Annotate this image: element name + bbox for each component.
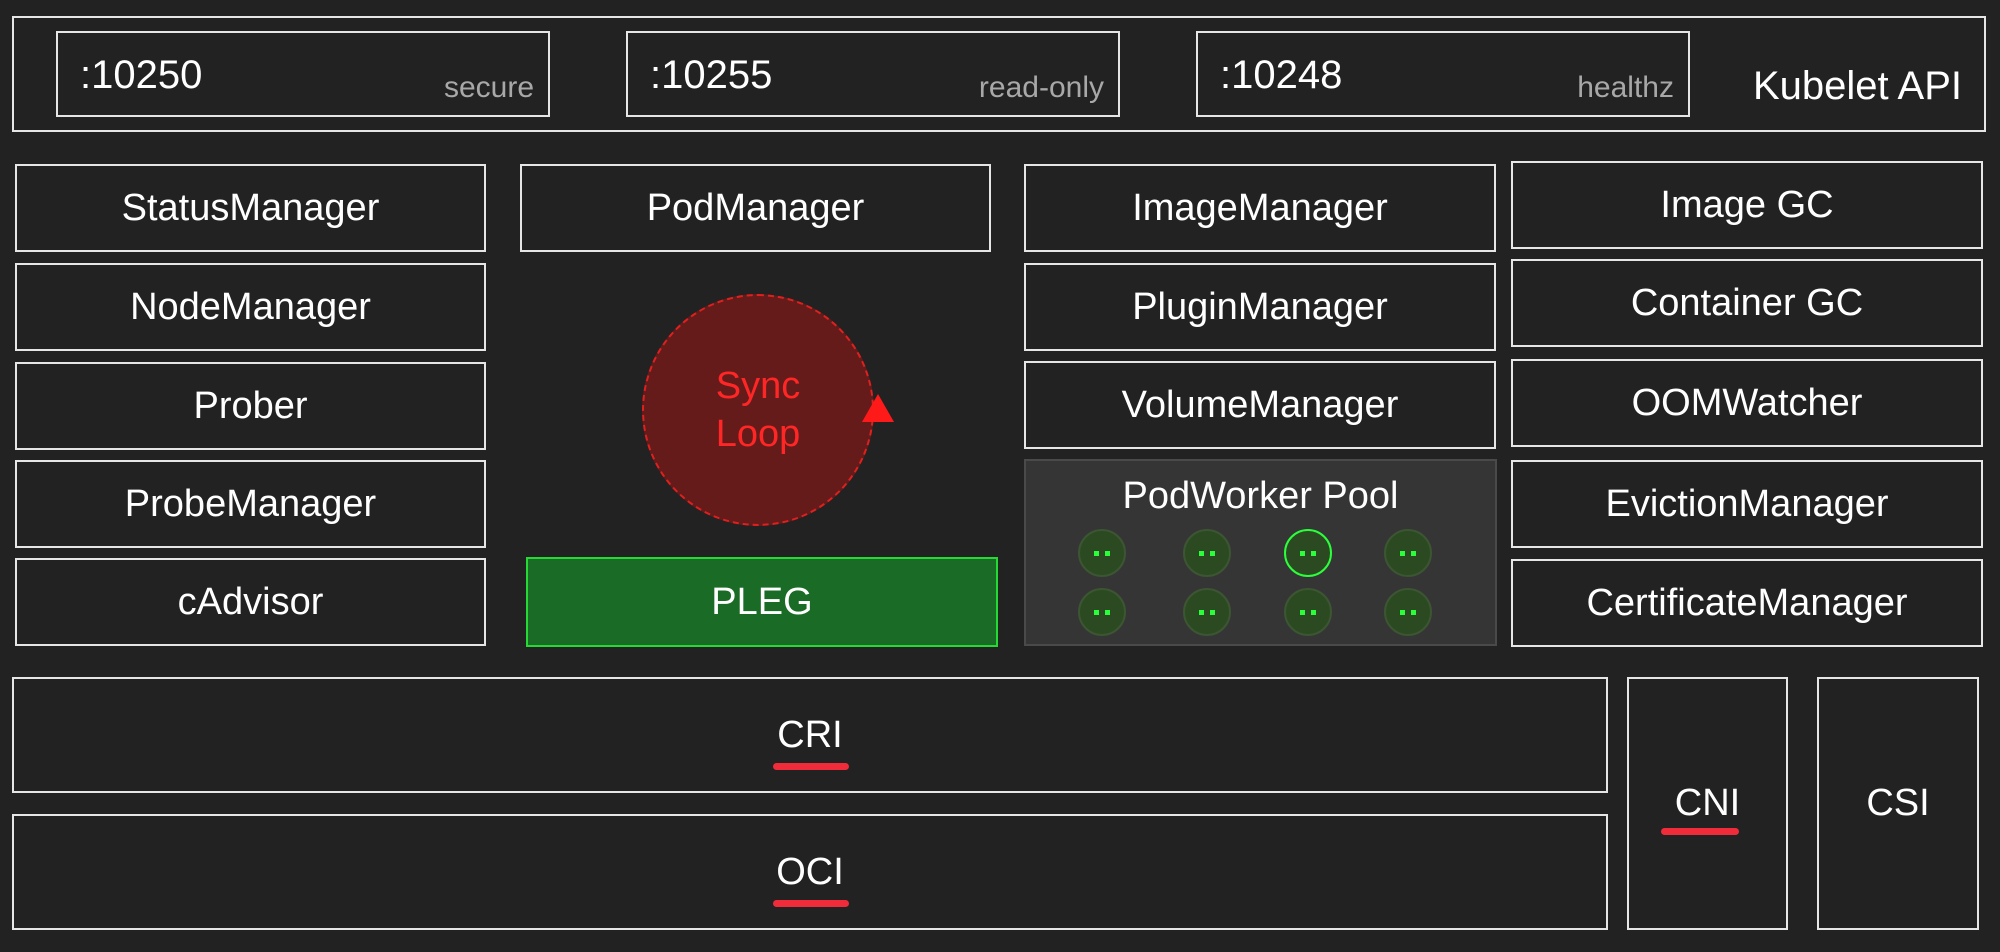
pod-worker[interactable]: [1384, 529, 1432, 577]
pod-worker[interactable]: [1183, 529, 1231, 577]
component-label: StatusManager: [121, 186, 380, 229]
pod-worker-pool-title: PodWorker Pool: [1122, 475, 1399, 517]
component-label: PodManager: [646, 186, 865, 229]
oom-watcher-box[interactable]: OOMWatcher: [1511, 359, 1983, 447]
port-tag: healthz: [1577, 71, 1674, 104]
component-label: OCI: [776, 850, 844, 893]
image-manager-box[interactable]: ImageManager: [1024, 164, 1496, 252]
pod-worker[interactable]: [1078, 529, 1126, 577]
pleg-box[interactable]: PLEG: [526, 557, 998, 647]
cni-underline: [1661, 828, 1739, 835]
certificate-manager-box[interactable]: CertificateManager: [1511, 559, 1983, 647]
component-label: PLEG: [711, 580, 813, 623]
component-label: PluginManager: [1132, 285, 1388, 328]
pod-worker[interactable]: [1183, 588, 1231, 636]
sync-loop-label-line1: Sync: [715, 365, 801, 407]
image-gc-box[interactable]: Image GC: [1511, 161, 1983, 249]
csi-box[interactable]: CSI: [1817, 677, 1979, 930]
oci-box[interactable]: OCI: [12, 814, 1608, 930]
component-label: ProbeManager: [124, 482, 377, 525]
cni-box[interactable]: CNI: [1627, 677, 1788, 930]
sync-loop-circle[interactable]: Sync Loop: [642, 294, 874, 526]
component-label: ImageManager: [1132, 186, 1388, 229]
component-label: Image GC: [1660, 183, 1834, 226]
pod-worker[interactable]: [1284, 588, 1332, 636]
node-manager-box[interactable]: NodeManager: [15, 263, 486, 351]
component-label: cAdvisor: [177, 580, 324, 623]
pod-worker[interactable]: [1384, 588, 1432, 636]
probe-manager-box[interactable]: ProbeManager: [15, 460, 486, 548]
cadvisor-box[interactable]: cAdvisor: [15, 558, 486, 646]
component-label: Container GC: [1630, 281, 1864, 324]
pod-manager-box[interactable]: PodManager: [520, 164, 991, 252]
component-label: NodeManager: [130, 285, 371, 328]
volume-manager-box[interactable]: VolumeManager: [1024, 361, 1496, 449]
pod-worker-active[interactable]: [1284, 529, 1332, 577]
port-number: :10255: [650, 53, 773, 97]
port-10248-box[interactable]: :10248 healthz: [1196, 31, 1690, 117]
component-label: EvictionManager: [1605, 482, 1889, 525]
port-tag: read-only: [978, 71, 1104, 104]
port-number: :10248: [1220, 53, 1343, 97]
component-label: CertificateManager: [1586, 581, 1908, 624]
kubelet-api-title: Kubelet API: [1752, 64, 1962, 108]
pod-worker-pool[interactable]: PodWorker Pool: [1024, 459, 1497, 646]
sync-loop-label-line2: Loop: [715, 413, 801, 455]
component-label: VolumeManager: [1121, 383, 1399, 426]
loop-arrow-icon: [862, 394, 894, 422]
eviction-manager-box[interactable]: EvictionManager: [1511, 460, 1983, 548]
component-label: CRI: [777, 713, 843, 756]
plugin-manager-box[interactable]: PluginManager: [1024, 263, 1496, 351]
component-label: CSI: [1866, 782, 1930, 824]
port-tag: secure: [443, 71, 534, 104]
component-label: CNI: [1674, 782, 1741, 824]
container-gc-box[interactable]: Container GC: [1511, 259, 1983, 347]
component-label: OOMWatcher: [1631, 381, 1863, 424]
component-label: Prober: [193, 384, 308, 427]
port-number: :10250: [80, 53, 203, 97]
prober-box[interactable]: Prober: [15, 362, 486, 450]
oci-underline: [773, 900, 849, 907]
cri-box[interactable]: CRI: [12, 677, 1608, 793]
pod-worker[interactable]: [1078, 588, 1126, 636]
cri-underline: [773, 763, 849, 770]
port-10255-box[interactable]: :10255 read-only: [626, 31, 1120, 117]
status-manager-box[interactable]: StatusManager: [15, 164, 486, 252]
port-10250-box[interactable]: :10250 secure: [56, 31, 550, 117]
